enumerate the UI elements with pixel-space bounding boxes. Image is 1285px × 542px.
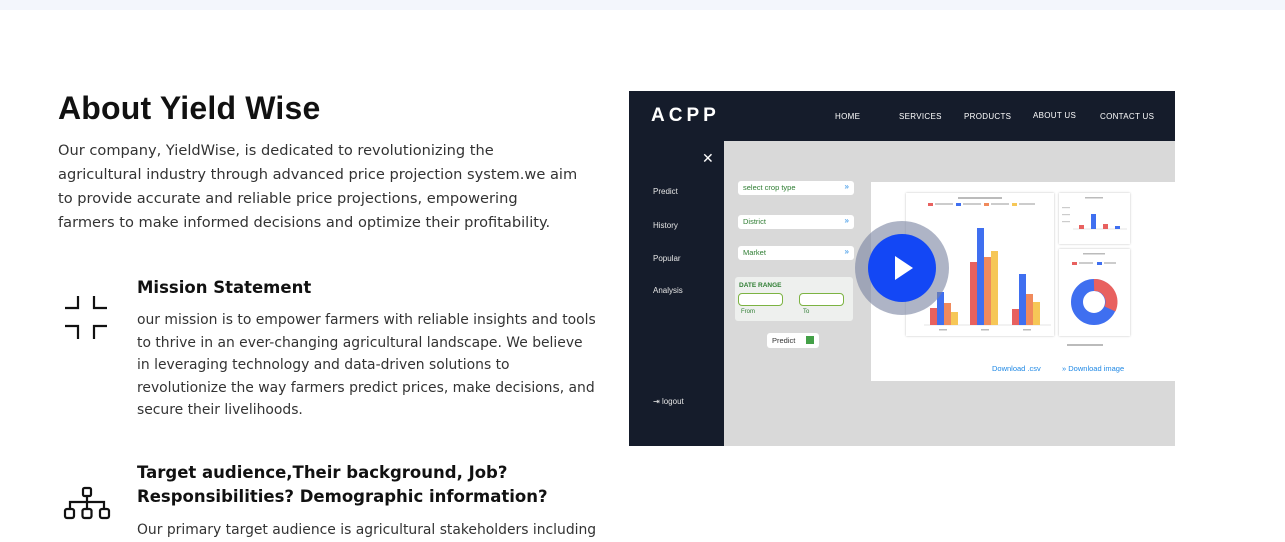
feature-audience: Target audience,Their background, Job? R… <box>58 461 598 538</box>
download-image-link: » Download image <box>1062 364 1124 373</box>
download-image-label: Download image <box>1068 364 1125 373</box>
mini-chart-card <box>1059 193 1130 244</box>
donut-chart-graphic <box>1071 253 1118 325</box>
chevron-down-icon: » <box>844 247 849 256</box>
page-title: About Yield Wise <box>58 90 321 126</box>
play-button[interactable] <box>855 221 949 315</box>
update-note <box>1067 344 1103 346</box>
logout-link: ⇥ logout <box>653 397 684 406</box>
nav-contact: CONTACT US <box>1100 112 1155 121</box>
top-strip <box>0 0 1285 10</box>
play-button-inner <box>868 234 936 302</box>
to-label: To <box>803 309 810 315</box>
video-app-sidebar: ✕ Predict History Popular Analysis ⇥ log… <box>629 141 724 446</box>
video-player[interactable]: ACPP HOME SERVICES PRODUCTS ABOUT US CON… <box>629 91 1175 446</box>
sidebar-item-popular: Popular <box>653 254 681 263</box>
to-date-field <box>799 293 844 306</box>
market-select-label: Market <box>743 248 766 257</box>
crop-select: select crop type » <box>738 181 854 195</box>
from-label: From <box>741 309 755 315</box>
date-range-box: DATE RANGE From To <box>735 277 853 321</box>
predict-button: Predict <box>767 333 819 348</box>
chevron-down-icon: » <box>844 216 849 225</box>
date-range-label: DATE RANGE <box>739 282 782 289</box>
logout-label: logout <box>661 397 684 406</box>
feature-text: Our primary target audience is agricultu… <box>137 522 597 538</box>
go-icon <box>806 336 814 344</box>
about-intro: Our company, YieldWise, is dedicated to … <box>58 142 578 231</box>
from-date-field <box>738 293 783 306</box>
district-select: District » <box>738 215 854 229</box>
download-csv-link: Download .csv <box>992 364 1041 373</box>
chevron-down-icon: » <box>844 182 849 191</box>
nav-about: ABOUT US <box>1033 111 1077 120</box>
market-select: Market » <box>738 246 854 260</box>
close-icon: ✕ <box>702 150 714 166</box>
crop-select-label: select crop type <box>743 183 796 192</box>
sidebar-item-analysis: Analysis <box>653 286 683 295</box>
logout-icon: ⇥ <box>653 397 662 406</box>
sidebar-item-predict: Predict <box>653 187 678 196</box>
feature-text: our mission is to empower farmers with r… <box>137 312 596 418</box>
feature-title: Mission Statement <box>137 278 312 297</box>
feature-mission: Mission Statement our mission is to empo… <box>58 276 598 426</box>
nav-products: PRODUCTS <box>964 112 1012 121</box>
org-hierarchy-icon <box>62 486 112 536</box>
play-icon <box>895 256 913 280</box>
district-select-label: District <box>743 217 766 226</box>
nav-services: SERVICES <box>899 112 942 121</box>
donut-chart-card <box>1059 249 1130 336</box>
feature-title: Target audience,Their background, Job? R… <box>137 463 548 506</box>
nav-home: HOME <box>835 112 861 121</box>
collapse-arrows-icon <box>62 293 112 343</box>
sidebar-item-history: History <box>653 221 678 230</box>
video-app-navbar: ACPP HOME SERVICES PRODUCTS ABOUT US CON… <box>629 91 1175 141</box>
app-brand: ACPP <box>651 105 720 126</box>
mini-chart-graphic <box>1062 197 1127 230</box>
about-section: About Yield Wise Our company, YieldWise,… <box>58 90 598 235</box>
predict-label: Predict <box>772 336 796 345</box>
